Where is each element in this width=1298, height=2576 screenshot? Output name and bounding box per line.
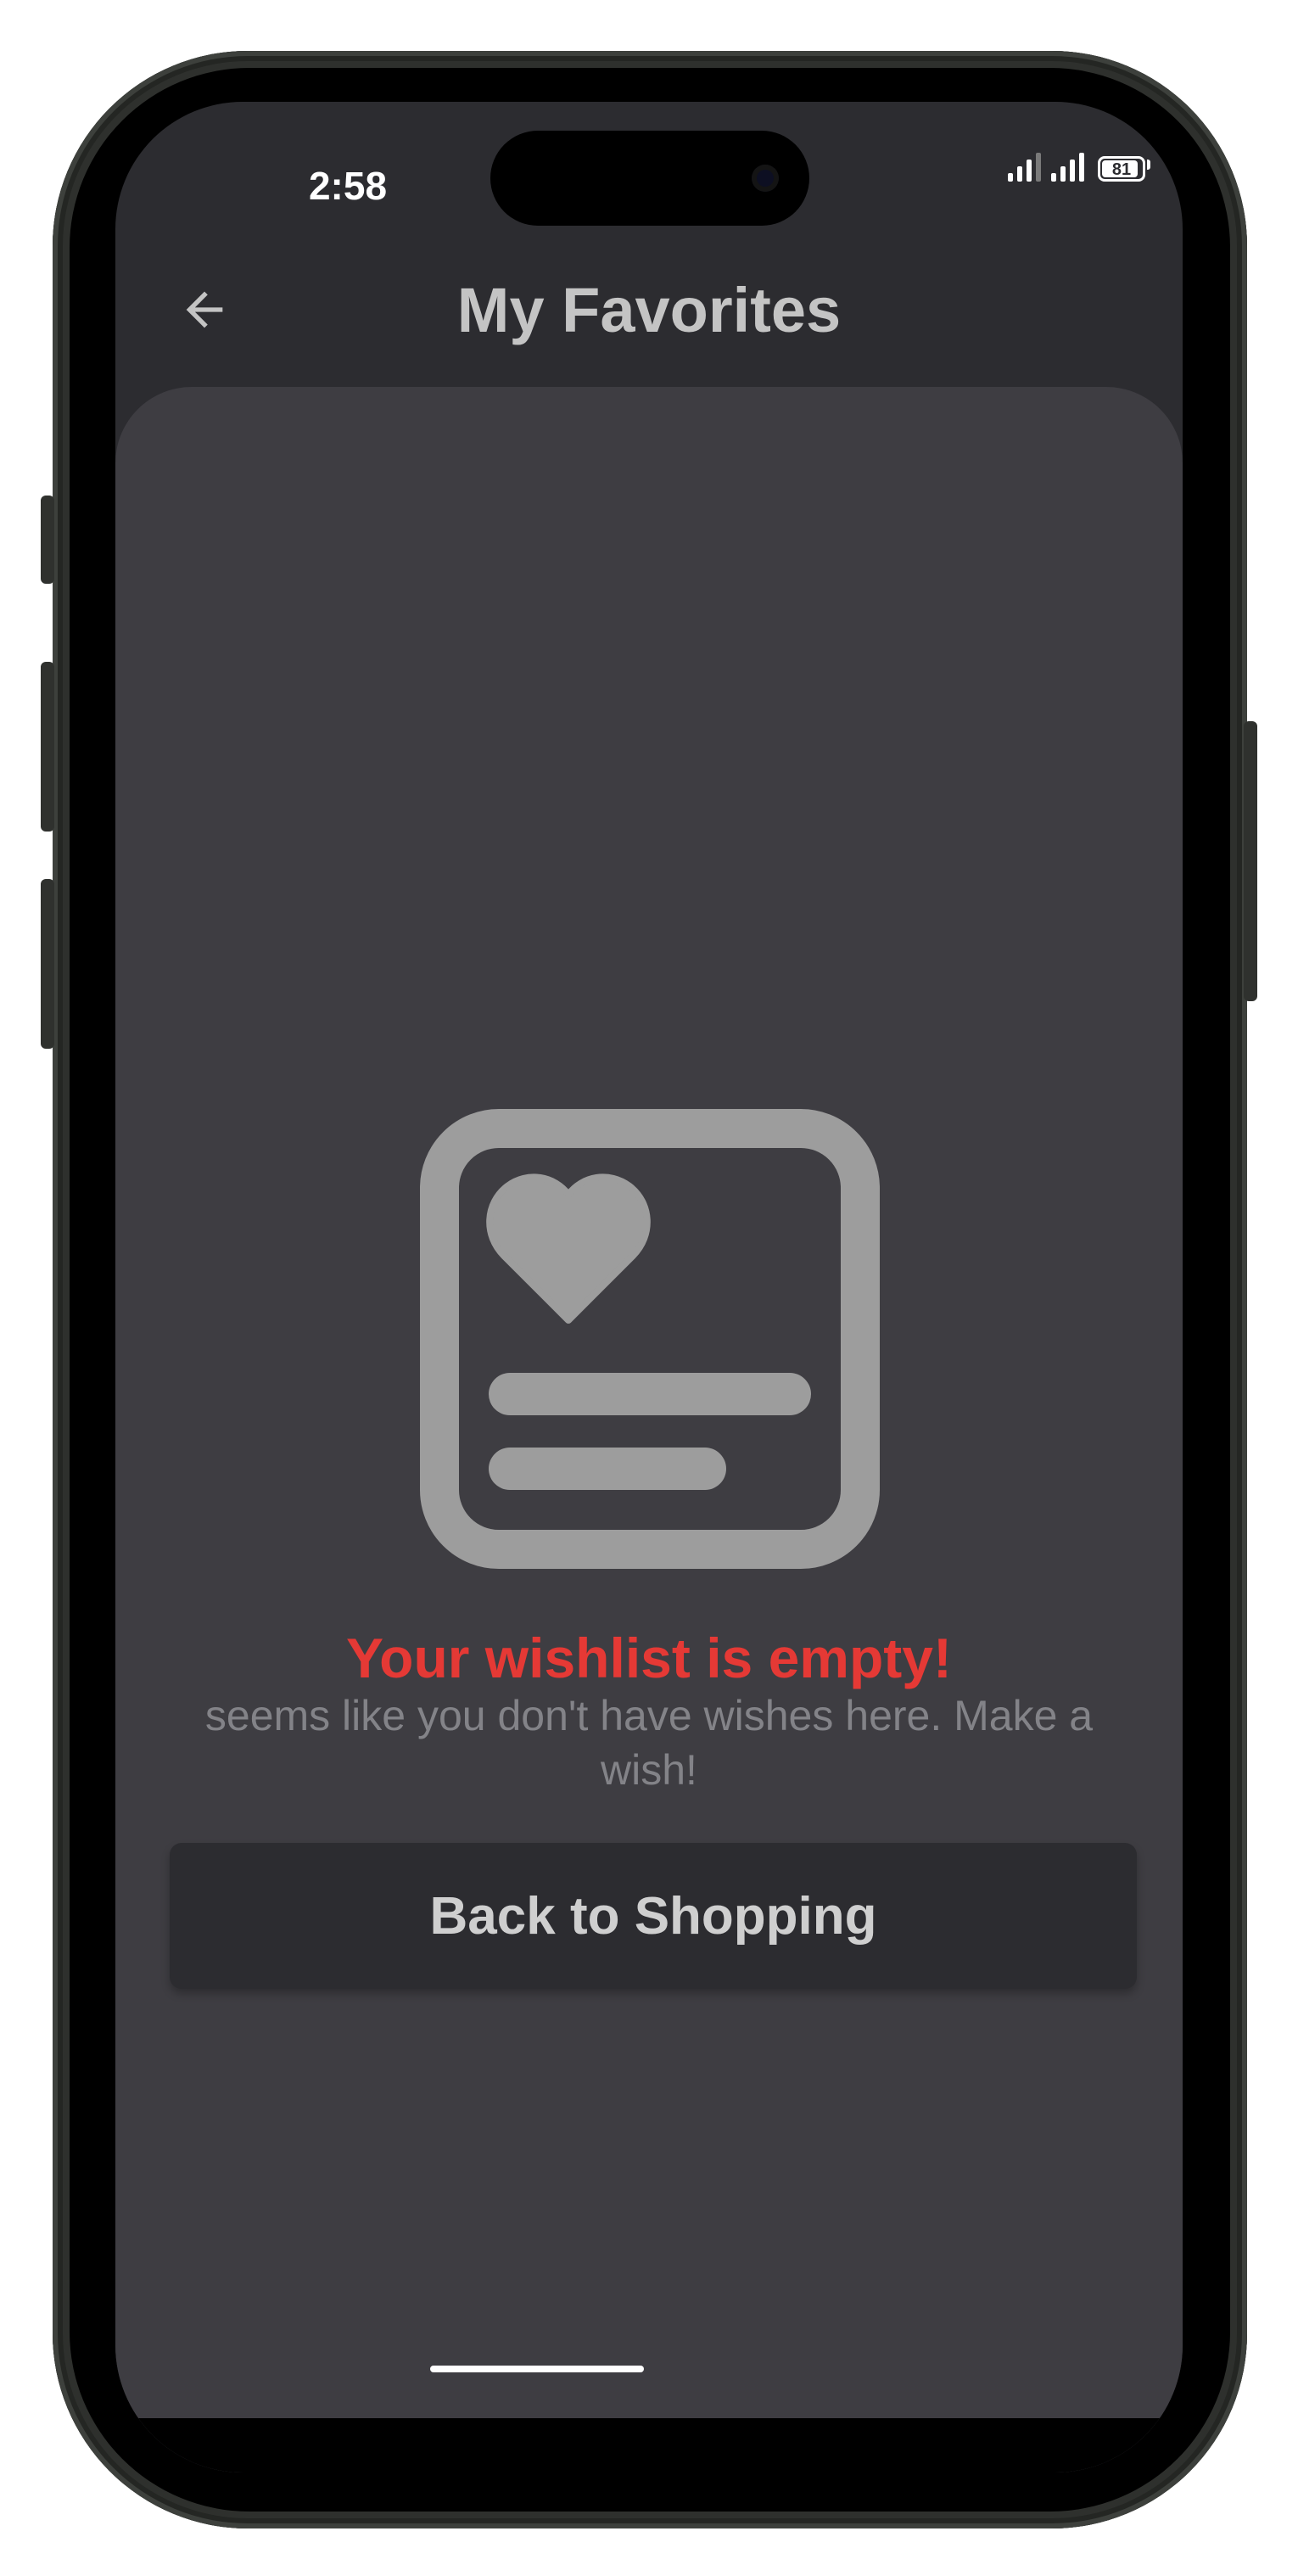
volume-up-button bbox=[41, 662, 54, 832]
signal-icon bbox=[1051, 151, 1084, 182]
power-button bbox=[1244, 721, 1257, 1001]
front-camera-icon bbox=[752, 165, 779, 192]
wishlist-heart-icon bbox=[420, 1109, 880, 1569]
page-title: My Favorites bbox=[456, 275, 842, 345]
dynamic-island bbox=[490, 131, 809, 226]
bottom-bar bbox=[115, 2418, 1183, 2472]
empty-subtitle: seems like you don't have wishes here. M… bbox=[204, 1692, 1094, 1794]
screen: 2:58 81 My Favorites Your wishlist is em… bbox=[115, 102, 1183, 2472]
home-indicator[interactable] bbox=[430, 2366, 644, 2372]
page: 2:58 81 My Favorites Your wishlist is em… bbox=[0, 0, 1298, 2576]
empty-title: Your wishlist is empty! bbox=[346, 1627, 952, 1689]
action-button bbox=[41, 496, 54, 584]
battery-level: 81 bbox=[1111, 160, 1132, 179]
status-icons: 81 bbox=[1008, 148, 1150, 182]
status-time: 2:58 bbox=[308, 164, 388, 208]
content-panel: Your wishlist is empty! seems like you d… bbox=[115, 387, 1183, 2472]
back-to-shopping-label: Back to Shopping bbox=[429, 1886, 877, 1946]
battery-icon: 81 bbox=[1098, 156, 1145, 182]
signal-icon bbox=[1008, 151, 1041, 182]
volume-down-button bbox=[41, 879, 54, 1049]
battery-cap bbox=[1147, 160, 1150, 170]
back-to-shopping-button[interactable]: Back to Shopping bbox=[170, 1843, 1137, 1989]
